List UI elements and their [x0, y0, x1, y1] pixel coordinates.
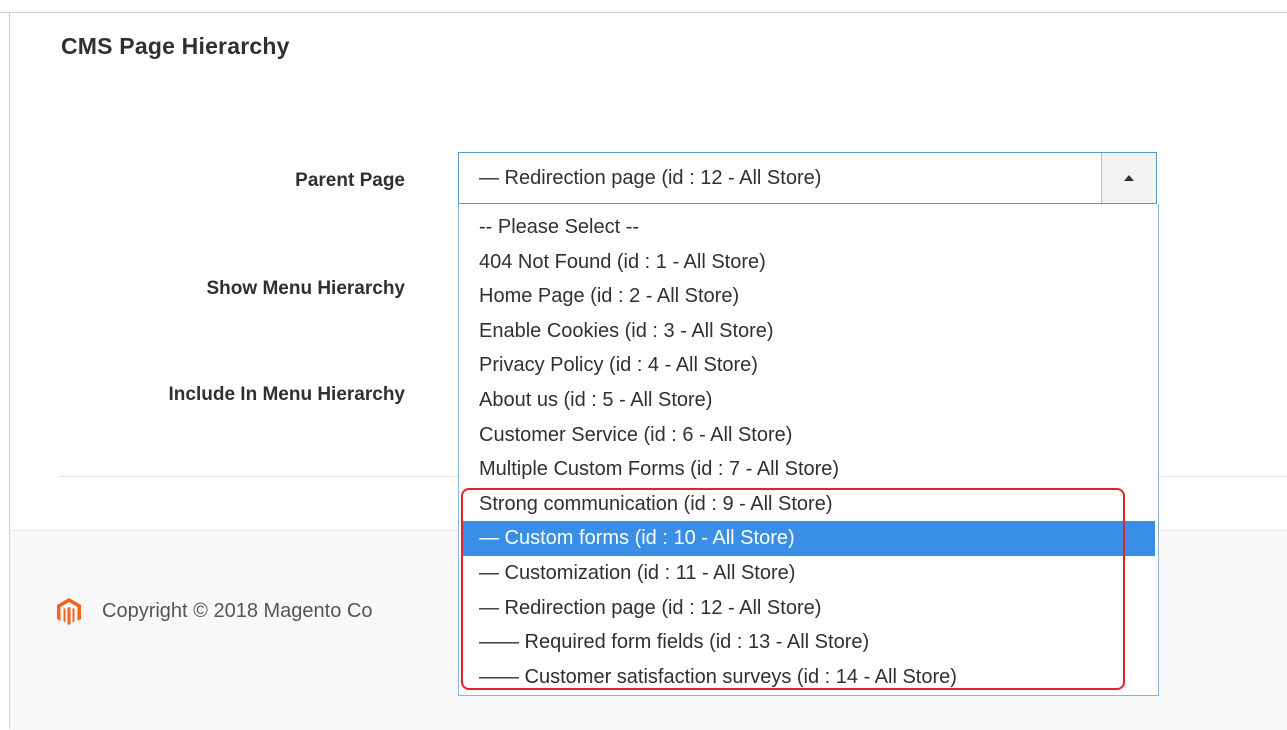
dropdown-option[interactable]: — Customization (id : 11 - All Store) — [459, 556, 1158, 591]
magento-logo-icon — [57, 598, 81, 625]
dropdown-option[interactable]: Customer Service (id : 6 - All Store) — [459, 418, 1158, 453]
dropdown-option[interactable]: Home Page (id : 2 - All Store) — [459, 279, 1158, 314]
triangle-up-icon — [1124, 175, 1134, 181]
dropdown-option[interactable]: —— Required form fields (id : 13 - All S… — [459, 625, 1158, 660]
dropdown-option-selected[interactable]: — Custom forms (id : 10 - All Store) — [462, 521, 1155, 556]
dropdown-option[interactable]: -- Please Select -- — [459, 210, 1158, 245]
dropdown-option[interactable]: Strong communication (id : 9 - All Store… — [459, 487, 1158, 522]
copyright-text: Copyright © 2018 Magento Co — [102, 599, 373, 622]
parent-page-dropdown-list: -- Please Select -- 404 Not Found (id : … — [458, 204, 1159, 696]
dropdown-option[interactable]: —— Customer satisfaction surveys (id : 1… — [459, 660, 1158, 695]
select-toggle-button[interactable] — [1101, 153, 1156, 203]
show-menu-hierarchy-label: Show Menu Hierarchy — [206, 278, 406, 299]
footer-content: Copyright © 2018 Magento Co — [56, 597, 372, 625]
parent-page-label: Parent Page — [295, 170, 405, 191]
frame-top-border — [0, 12, 1287, 13]
dropdown-option[interactable]: 404 Not Found (id : 1 - All Store) — [459, 245, 1158, 280]
parent-page-selected-value: — Redirection page (id : 12 - All Store) — [479, 166, 822, 189]
parent-page-select[interactable]: — Redirection page (id : 12 - All Store) — [458, 152, 1157, 204]
dropdown-option[interactable]: Privacy Policy (id : 4 - All Store) — [459, 348, 1158, 383]
dropdown-option[interactable]: Multiple Custom Forms (id : 7 - All Stor… — [459, 452, 1158, 487]
dropdown-option[interactable]: — Redirection page (id : 12 - All Store) — [459, 591, 1158, 626]
dropdown-option[interactable]: Enable Cookies (id : 3 - All Store) — [459, 314, 1158, 349]
section-title: CMS Page Hierarchy — [61, 33, 290, 59]
include-in-menu-hierarchy-label: Include In Menu Hierarchy — [168, 384, 406, 405]
dropdown-option[interactable]: About us (id : 5 - All Store) — [459, 383, 1158, 418]
